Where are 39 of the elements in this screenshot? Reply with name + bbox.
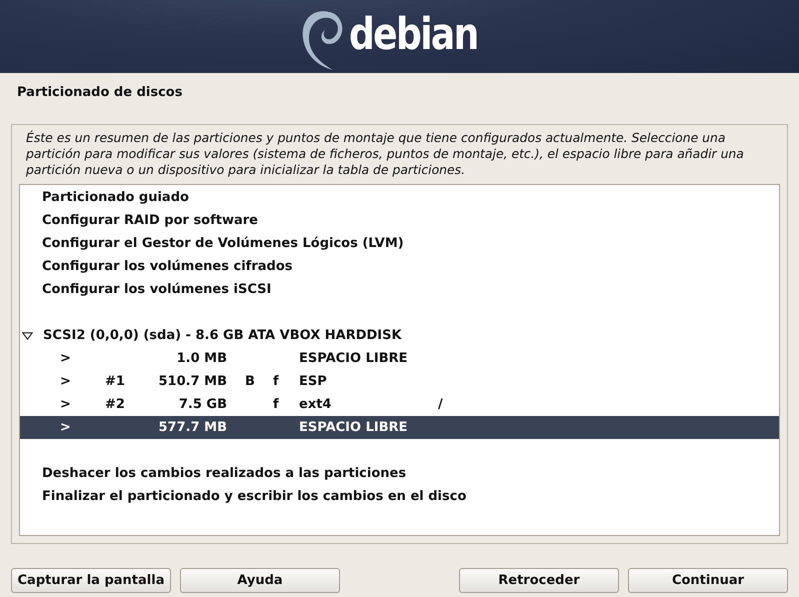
logo-wordmark: debian xyxy=(349,10,478,60)
format-label: f xyxy=(273,374,279,389)
arrow-text: > xyxy=(60,373,72,391)
menu-item[interactable]: Configurar los volúmenes iSCSI xyxy=(20,278,779,301)
partition-type: ESPACIO LIBRE xyxy=(299,351,408,366)
format-label: f xyxy=(273,397,279,412)
expander-icon[interactable] xyxy=(22,332,33,340)
partition-item[interactable]: > #1 510.7 MB B f ESP xyxy=(20,370,779,393)
action-button[interactable]: Ayuda xyxy=(180,568,340,593)
partition-type: ESPACIO LIBRE xyxy=(299,420,408,435)
mount-point: / xyxy=(438,397,443,412)
partition-size: 7.5 GB xyxy=(178,397,227,412)
action-button[interactable]: Capturar la pantalla xyxy=(11,568,171,593)
menu-item[interactable]: Configurar el Gestor de Volúmenes Lógicos (LVM) xyxy=(20,232,779,255)
partition-type: ext4 xyxy=(299,397,332,412)
bootable-label: B xyxy=(245,374,255,389)
partition-size: 1.0 MB xyxy=(176,351,227,366)
action-button[interactable]: Continuar xyxy=(628,568,788,593)
menu-item[interactable]: Configurar los volúmenes cifrados xyxy=(20,255,779,278)
page-title: Particionado de discos xyxy=(16,84,184,102)
arrow-text: > xyxy=(60,396,72,414)
partition-number: #2 xyxy=(105,397,125,412)
arrow-text: > xyxy=(60,350,72,368)
partition-item[interactable]: > 577.7 MB ESPACIO LIBRE xyxy=(20,416,779,439)
disk-label: SCSI2 (0,0,0) (sda) - 8.6 GB ATA VBOX HARDDISK xyxy=(43,327,402,345)
arrow-text: > xyxy=(60,419,72,437)
action-button[interactable]: Retroceder xyxy=(459,568,619,593)
partition-number: #1 xyxy=(105,374,125,389)
partition-type: ESP xyxy=(299,374,327,389)
menu-item[interactable]: Finalizar el particionado y escribir los cambios en el disco xyxy=(20,485,779,508)
partition-size: 510.7 MB xyxy=(158,374,227,389)
partition-item[interactable]: > #2 7.5 GB f ext4 / xyxy=(20,393,779,416)
partition-item[interactable]: > 1.0 MB ESPACIO LIBRE xyxy=(20,347,779,370)
disk-item[interactable]: SCSI2 (0,0,0) (sda) - 8.6 GB ATA VBOX HARDDISK xyxy=(20,324,779,347)
menu-item[interactable]: Configurar RAID por software xyxy=(20,209,779,232)
menu-item[interactable]: Particionado guiado xyxy=(20,186,779,209)
partition-size: 577.7 MB xyxy=(158,420,227,435)
description-text: Éste es un resumen de las particiones y puntos de montaje que tiene configurados actualmente. Seleccione una partición para modificar sus valores (sistema de ficheros, puntos de montaje, etc.), el espacio libre para añadir una partición nueva o un dispositivo para inicializar la tabla de particiones. xyxy=(26,130,745,178)
menu-item[interactable]: Deshacer los cambios realizados a las particiones xyxy=(20,462,779,485)
